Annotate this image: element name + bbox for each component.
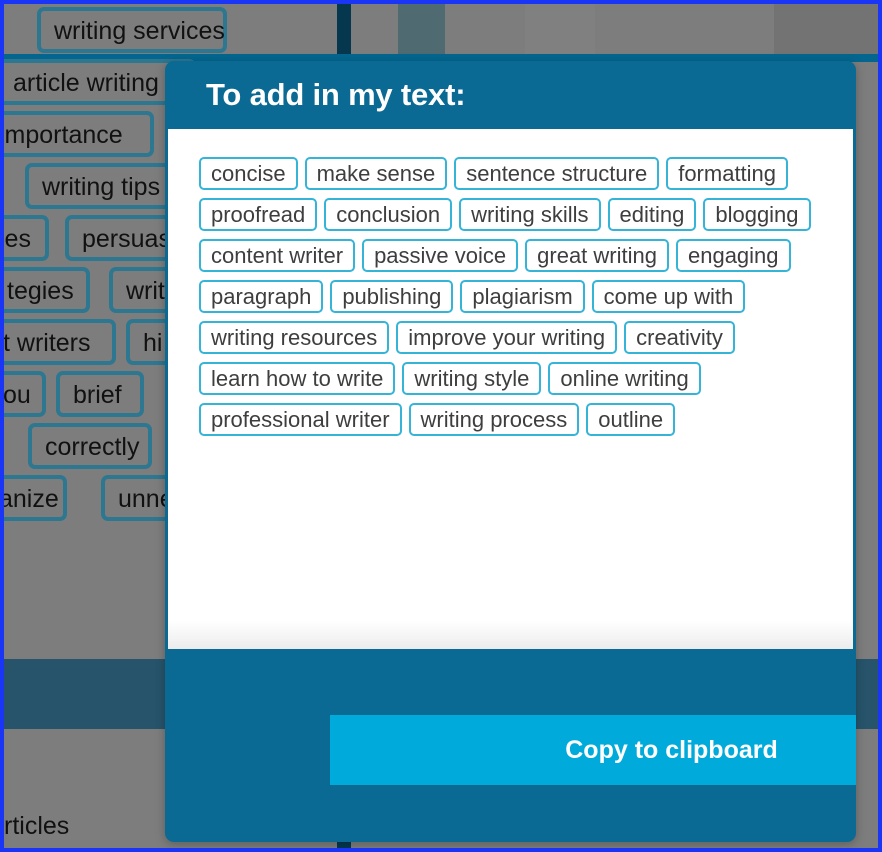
background-tag: les: [4, 215, 49, 261]
keyword-tag[interactable]: paragraph: [199, 280, 324, 313]
keyword-tag[interactable]: great writing: [525, 239, 669, 272]
keyword-tag[interactable]: engaging: [675, 239, 791, 272]
keyword-tag[interactable]: make sense: [304, 157, 448, 190]
modal-body: concise make sense sentence structure forma…: [168, 129, 853, 649]
modal-header: To add in my text:: [165, 61, 856, 129]
keyword-tag[interactable]: conclusion: [324, 198, 453, 231]
keyword-tag[interactable]: come up with: [591, 280, 746, 313]
keyword-tag[interactable]: formatting: [666, 157, 789, 190]
keyword-tag[interactable]: online writing: [548, 362, 701, 395]
background-text: rticles: [4, 812, 70, 840]
keyword-tag[interactable]: writing resources: [199, 321, 390, 354]
copy-to-clipboard-button[interactable]: Copy to clipboard: [330, 715, 856, 785]
background-bar-grey: [525, 4, 595, 54]
background-bar-navy: [337, 4, 351, 54]
keyword-tag[interactable]: writing style: [402, 362, 542, 395]
keyword-tag[interactable]: writing skills: [459, 198, 601, 231]
keyword-tag[interactable]: plagiarism: [460, 280, 585, 313]
background-tag: t writers: [4, 319, 116, 365]
background-tag: brief: [56, 371, 144, 417]
background-tag: ou: [4, 371, 46, 417]
background-bar-teal: [398, 4, 445, 54]
keyword-tag[interactable]: learn how to write: [199, 362, 396, 395]
keyword-tag[interactable]: sentence structure: [454, 157, 660, 190]
keyword-tag[interactable]: content writer: [199, 239, 356, 272]
keyword-tag[interactable]: professional writer: [199, 403, 402, 436]
background-tag: importance: [4, 111, 154, 157]
keyword-tag[interactable]: proofread: [199, 198, 318, 231]
page-frame: writing services article writing importanc…: [0, 0, 882, 852]
background-tag: tegies: [4, 267, 90, 313]
modal-title: To add in my text:: [206, 77, 466, 112]
keyword-tag[interactable]: editing: [607, 198, 697, 231]
keyword-tag[interactable]: outline: [586, 403, 676, 436]
background-tag: correctly: [28, 423, 152, 469]
keyword-tag[interactable]: improve your writing: [396, 321, 618, 354]
background-tag: anize: [4, 475, 67, 521]
keyword-tag[interactable]: publishing: [330, 280, 454, 313]
background-tag: writing services: [37, 7, 227, 53]
background-bar-grey-right: [774, 4, 878, 54]
keyword-tag[interactable]: writing process: [408, 403, 580, 436]
keyword-tag[interactable]: concise: [199, 157, 298, 190]
add-to-text-modal: To add in my text: concise make sense sent…: [165, 61, 856, 842]
keyword-tag-list: concise make sense sentence structure forma…: [199, 157, 827, 436]
keyword-tag[interactable]: blogging: [703, 198, 811, 231]
keyword-tag[interactable]: passive voice: [362, 239, 519, 272]
keyword-tag[interactable]: creativity: [624, 321, 735, 354]
